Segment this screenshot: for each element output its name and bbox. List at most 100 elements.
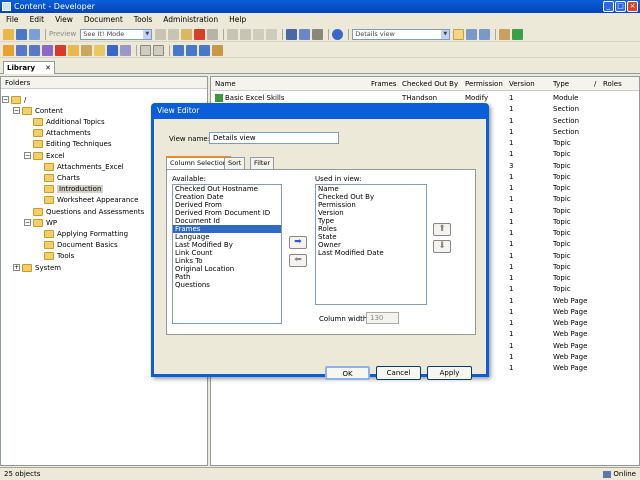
list-item[interactable]: Path — [173, 273, 281, 281]
tree-item[interactable]: Charts — [44, 172, 80, 183]
minimize-button[interactable]: _ — [603, 1, 614, 12]
tree-item[interactable]: − WP — [24, 217, 57, 228]
column-permission[interactable]: Permission — [465, 80, 503, 88]
menu-view[interactable]: View — [55, 15, 73, 24]
view-editor-icon[interactable] — [499, 28, 511, 40]
tab-sort[interactable]: Sort — [224, 157, 246, 169]
tree-item[interactable]: Questions and Assessments — [33, 206, 144, 217]
list-item[interactable]: Checked Out By — [316, 193, 426, 201]
copy-icon[interactable] — [168, 28, 180, 40]
maximize-button[interactable]: □ — [615, 1, 626, 12]
collapse-icon[interactable]: − — [24, 219, 31, 227]
replace-icon[interactable] — [299, 28, 311, 40]
export-icon[interactable] — [107, 44, 118, 56]
tree-item[interactable]: − Excel — [24, 150, 65, 161]
tab-filter[interactable]: Filter — [250, 157, 275, 169]
list-item[interactable]: Name — [316, 185, 426, 193]
column-version[interactable]: Version — [509, 80, 535, 88]
edit-icon[interactable] — [212, 44, 223, 56]
details-view-icon[interactable] — [453, 28, 465, 40]
publish-icon[interactable] — [42, 44, 53, 56]
link-icon[interactable] — [68, 44, 79, 56]
list-item[interactable]: Last Modified By — [173, 241, 281, 249]
menu-document[interactable]: Document — [84, 15, 123, 24]
move-up-button[interactable]: ⬆ — [433, 223, 451, 236]
print-icon[interactable] — [29, 28, 40, 40]
checkin-icon[interactable] — [16, 44, 27, 56]
column-roles[interactable]: Roles — [603, 80, 622, 88]
column-width-stepper[interactable]: 130 — [366, 312, 399, 324]
list-item[interactable]: Language — [173, 233, 281, 241]
list-item[interactable]: Frames — [173, 225, 281, 233]
cancel-button[interactable]: Cancel — [376, 366, 421, 380]
tree-item[interactable]: Attachments — [33, 128, 91, 139]
tree-item[interactable]: − / — [2, 94, 26, 105]
list-item[interactable]: Questions — [173, 281, 281, 289]
cancel-checkout-icon[interactable] — [55, 44, 66, 56]
column-type[interactable]: Type — [553, 80, 569, 88]
move-up-icon[interactable] — [186, 44, 197, 56]
available-columns-list[interactable]: Checked Out Hostname Creation Date Derived… — [172, 184, 282, 324]
collapse-icon[interactable]: − — [24, 152, 31, 159]
tree-item[interactable]: Editing Techniques — [33, 139, 112, 150]
list-item[interactable]: Permission — [316, 201, 426, 209]
list-item[interactable]: Document Id — [173, 217, 281, 225]
expand-icon[interactable]: + — [13, 264, 20, 271]
tree-item[interactable]: Attachments_Excel — [44, 161, 124, 172]
list-item[interactable]: Last Modified Date — [316, 249, 426, 257]
collapse-icon[interactable]: − — [2, 96, 9, 103]
list-item[interactable]: Owner — [316, 241, 426, 249]
view-select[interactable]: Details view ▼ — [352, 28, 451, 40]
list-item[interactable]: Roles — [316, 225, 426, 233]
collapse-icon[interactable] — [253, 28, 265, 40]
list-item[interactable]: Links To — [173, 257, 281, 265]
tree-item[interactable]: Additional Topics — [33, 116, 105, 127]
apply-button[interactable]: Apply — [427, 366, 472, 380]
move-down-icon[interactable] — [199, 44, 210, 56]
outline-view-icon[interactable] — [479, 28, 491, 40]
frame-icon[interactable] — [153, 44, 164, 56]
paste-icon[interactable] — [181, 28, 193, 40]
tree-item[interactable]: − Content — [13, 105, 63, 116]
list-item[interactable]: Creation Date — [173, 193, 281, 201]
close-icon[interactable]: ✕ — [45, 62, 51, 74]
menu-help[interactable]: Help — [229, 15, 246, 24]
undo-icon[interactable] — [227, 28, 239, 40]
column-checked-out-by[interactable]: Checked Out By — [402, 80, 458, 88]
checkout-icon[interactable] — [29, 44, 40, 56]
list-item[interactable]: Derived From Document ID — [173, 209, 281, 217]
view-name-input[interactable]: Details view — [209, 132, 339, 144]
used-columns-list[interactable]: Name Checked Out By Permission Version Type R… — [315, 184, 427, 305]
cut-icon[interactable] — [155, 28, 167, 40]
save-icon[interactable] — [16, 28, 27, 40]
tree-item[interactable]: Worksheet Appearance — [44, 195, 138, 206]
redo-icon[interactable] — [240, 28, 252, 40]
menu-file[interactable]: File — [6, 15, 19, 24]
tree-item[interactable]: Document Basics — [44, 240, 118, 251]
package-icon[interactable] — [81, 44, 92, 56]
tree-item[interactable]: Tools — [44, 251, 74, 262]
move-down-button[interactable]: ⬇ — [433, 240, 451, 253]
find-icon[interactable] — [286, 28, 298, 40]
remove-column-button[interactable]: ⬅ — [289, 254, 307, 267]
list-item[interactable]: State — [316, 233, 426, 241]
tools-icon[interactable] — [312, 28, 324, 40]
add-column-button[interactable]: ➡ — [289, 236, 307, 249]
refresh-icon[interactable] — [512, 28, 524, 40]
column-frames[interactable]: Frames — [371, 80, 396, 88]
list-item[interactable]: Version — [316, 209, 426, 217]
properties-icon[interactable] — [207, 28, 219, 40]
menu-edit[interactable]: Edit — [30, 15, 45, 24]
delete-icon[interactable] — [194, 28, 206, 40]
list-view-icon[interactable] — [466, 28, 478, 40]
tab-library[interactable]: Library ✕ — [3, 61, 55, 74]
collapse-icon[interactable]: − — [13, 107, 20, 115]
arrow-up-icon[interactable] — [173, 44, 184, 56]
close-window-button[interactable]: × — [627, 1, 638, 12]
list-item[interactable]: Type — [316, 217, 426, 225]
ok-button[interactable]: OK — [325, 366, 370, 380]
tree-item[interactable]: + System — [13, 262, 61, 273]
history-icon[interactable] — [120, 44, 131, 56]
column-name[interactable]: Name — [215, 80, 236, 88]
list-item[interactable]: Original Location — [173, 265, 281, 273]
